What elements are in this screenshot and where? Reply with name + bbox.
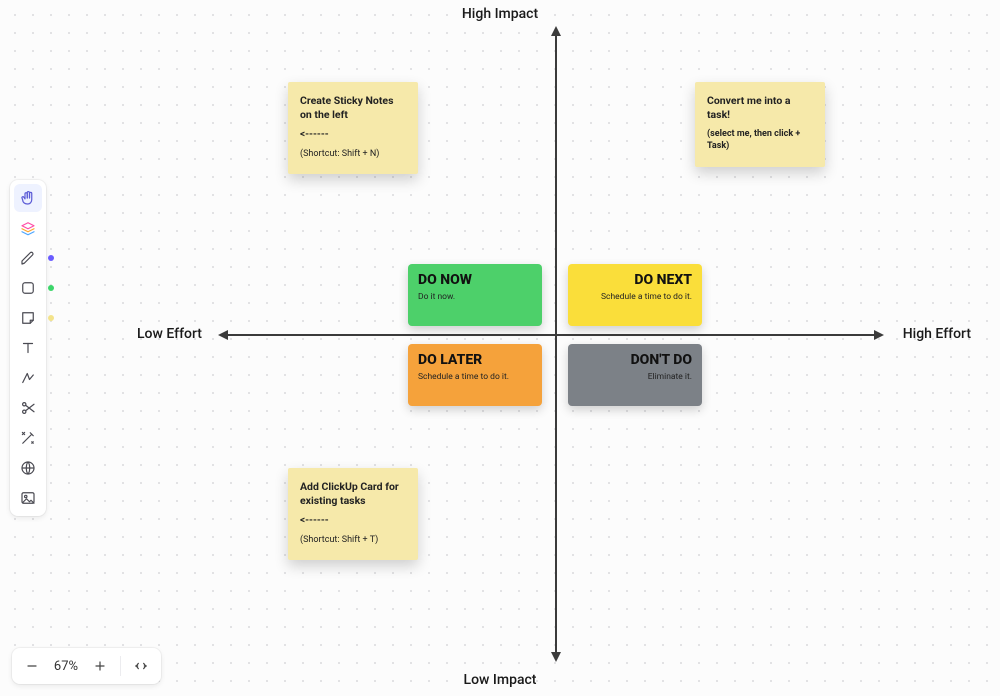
- layers-tool[interactable]: [14, 214, 42, 242]
- fit-to-screen-button[interactable]: [127, 652, 155, 680]
- sticky-sub: (select me, then click + Task): [707, 128, 813, 152]
- arrow-up: [551, 26, 561, 36]
- axis-label-top: High Impact: [462, 6, 538, 22]
- web-tool[interactable]: [14, 454, 42, 482]
- axis-horizontal: [226, 334, 876, 336]
- zoom-out-button[interactable]: [18, 652, 46, 680]
- text-tool[interactable]: [14, 334, 42, 362]
- quadrant-do-later[interactable]: DO LATER Schedule a time to do it.: [408, 344, 542, 406]
- connector-icon: [19, 369, 37, 387]
- shape-tool[interactable]: [14, 274, 42, 302]
- zoom-bar: 67%: [12, 648, 161, 684]
- quadrant-dont-do[interactable]: DON'T DO Eliminate it.: [568, 344, 702, 406]
- quadrant-title: DO NEXT: [578, 272, 692, 288]
- axis-label-right: High Effort: [903, 326, 971, 342]
- shape-color-dot: [48, 285, 54, 291]
- sticky-title: Convert me into a task!: [707, 94, 813, 122]
- sticky-title: Add ClickUp Card for existing tasks: [300, 480, 406, 508]
- quadrant-sub: Eliminate it.: [578, 372, 692, 382]
- scissors-icon: [19, 399, 37, 417]
- zoom-level[interactable]: 67%: [50, 659, 82, 674]
- divider: [120, 656, 121, 676]
- arrow-right: [874, 330, 884, 340]
- hand-icon: [19, 189, 37, 207]
- sticky-note-tool[interactable]: [14, 304, 42, 332]
- magic-tool[interactable]: [14, 424, 42, 452]
- plus-icon: [92, 658, 108, 674]
- sticky-title: Create Sticky Notes on the left: [300, 94, 406, 122]
- connector-tool[interactable]: [14, 364, 42, 392]
- sticky-create-notes[interactable]: Create Sticky Notes on the left <------ …: [288, 82, 418, 174]
- sticky-arrow: <------: [300, 514, 406, 528]
- layers-icon: [19, 219, 37, 237]
- axis-vertical: [555, 34, 557, 654]
- pen-color-dot: [48, 255, 54, 261]
- arrow-down: [551, 652, 561, 662]
- magic-icon: [19, 429, 37, 447]
- fit-icon: [133, 658, 149, 674]
- quadrant-sub: Schedule a time to do it.: [578, 292, 692, 302]
- axis-label-bottom: Low Impact: [464, 672, 537, 688]
- quadrant-title: DO NOW: [418, 272, 532, 288]
- pen-icon: [19, 249, 37, 267]
- image-tool[interactable]: [14, 484, 42, 512]
- tool-toolbar: [10, 180, 46, 516]
- hand-tool[interactable]: [14, 184, 42, 212]
- shape-icon: [19, 279, 37, 297]
- web-icon: [19, 459, 37, 477]
- quadrant-sub: Do it now.: [418, 292, 532, 302]
- minus-icon: [24, 658, 40, 674]
- sticky-sub: (Shortcut: Shift + T): [300, 534, 406, 546]
- sticky-sub: (Shortcut: Shift + N): [300, 148, 406, 160]
- zoom-in-button[interactable]: [86, 652, 114, 680]
- quadrant-title: DON'T DO: [578, 352, 692, 368]
- image-icon: [19, 489, 37, 507]
- axis-label-left: Low Effort: [137, 326, 202, 342]
- quadrant-sub: Schedule a time to do it.: [418, 372, 532, 382]
- quadrant-do-now[interactable]: DO NOW Do it now.: [408, 264, 542, 326]
- sticky-note-icon: [19, 309, 37, 327]
- pen-tool[interactable]: [14, 244, 42, 272]
- arrow-left: [218, 330, 228, 340]
- sticky-convert-task[interactable]: Convert me into a task! (select me, then…: [695, 82, 825, 167]
- quadrant-title: DO LATER: [418, 352, 532, 368]
- quadrant-do-next[interactable]: DO NEXT Schedule a time to do it.: [568, 264, 702, 326]
- text-icon: [19, 339, 37, 357]
- sticky-arrow: <------: [300, 128, 406, 142]
- note-color-dot: [48, 315, 54, 321]
- scissors-tool[interactable]: [14, 394, 42, 422]
- sticky-add-card[interactable]: Add ClickUp Card for existing tasks <---…: [288, 468, 418, 560]
